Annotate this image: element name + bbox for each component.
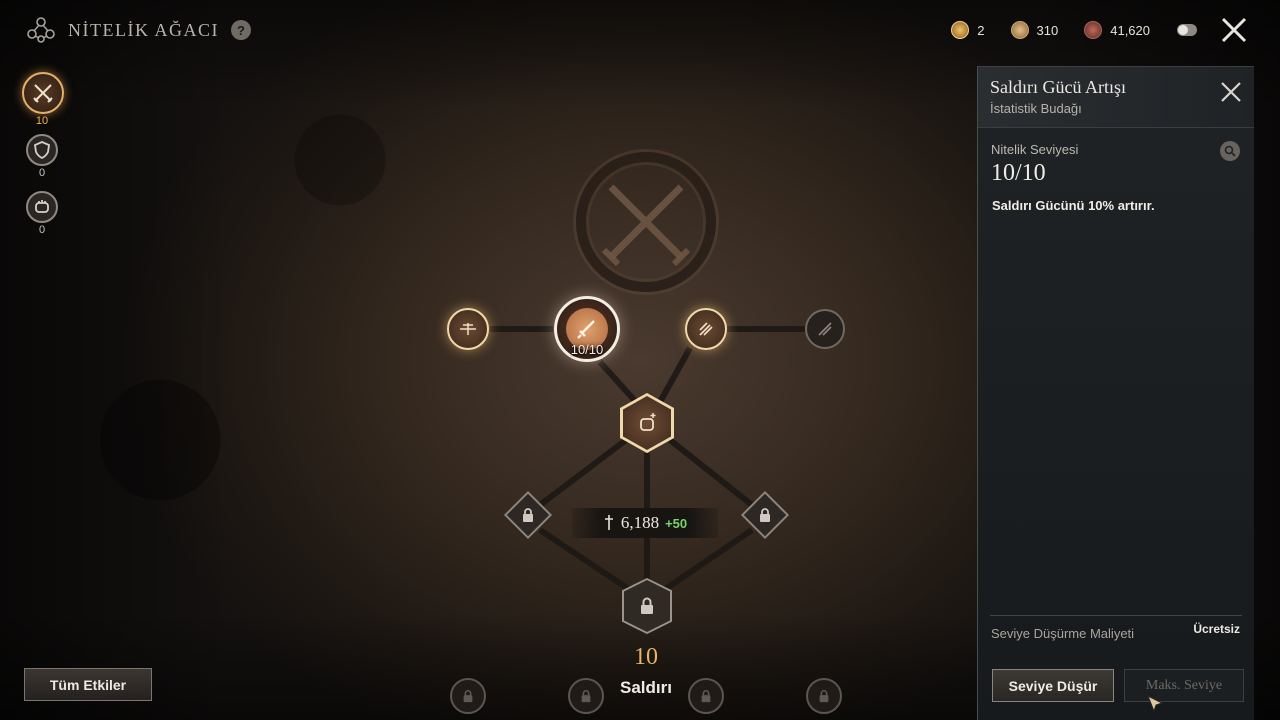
lock-icon	[641, 597, 653, 614]
combat-power-display: 6,188 +50	[572, 508, 718, 538]
level-value: 10/10	[991, 160, 1046, 186]
lock-icon	[463, 690, 473, 703]
combat-power-bonus: +50	[665, 515, 688, 531]
skill-node-locked-slash[interactable]	[805, 309, 845, 349]
slash-icon	[818, 322, 832, 336]
level-label: Nitelik Seviyesi	[991, 142, 1079, 157]
lock-icon	[523, 508, 533, 522]
lock-icon	[760, 508, 770, 522]
dagger-icon	[604, 515, 613, 530]
level-down-button[interactable]: Seviye Düşür	[992, 669, 1114, 702]
points-spent: 10	[634, 644, 658, 670]
skill-description: Saldırı Gücünü 10% artırır.	[992, 198, 1155, 213]
panel-title: Saldırı Gücü Artışı	[990, 77, 1126, 97]
lock-icon	[819, 690, 829, 703]
skill-node-balance[interactable]	[447, 308, 489, 350]
panel-subtitle: İstatistik Budağı	[990, 101, 1082, 116]
lock-icon	[701, 690, 711, 703]
mouse-cursor-icon	[1147, 694, 1164, 713]
locked-slot[interactable]	[688, 678, 724, 714]
skill-detail-panel: Saldırı Gücü Artışı İstatistik Budağı Ni…	[977, 66, 1254, 720]
locked-slot[interactable]	[450, 678, 486, 714]
critical-fist-icon	[640, 413, 656, 431]
divider	[990, 615, 1242, 616]
panel-close-icon[interactable]	[1218, 79, 1244, 105]
all-effects-button[interactable]: Tüm Etkiler	[24, 668, 152, 701]
locked-slot[interactable]	[806, 678, 842, 714]
locked-slot[interactable]	[568, 678, 604, 714]
panel-header: Saldırı Gücü Artışı İstatistik Budağı	[978, 67, 1254, 128]
lock-icon	[581, 690, 591, 703]
combat-power-value: 6,188	[620, 513, 660, 532]
selected-node-level: 10/10	[570, 342, 604, 357]
cost-label: Seviye Düşürme Maliyeti	[991, 626, 1135, 641]
max-level-button[interactable]: Maks. Seviye	[1124, 669, 1244, 702]
magnifier-icon[interactable]	[1220, 141, 1240, 161]
skill-node-flame-strike[interactable]	[685, 308, 727, 350]
flame-strike-icon	[699, 322, 713, 336]
cost-value: Ücretsiz	[1193, 622, 1240, 636]
branch-name: Saldırı	[620, 678, 672, 697]
balance-icon	[460, 323, 476, 335]
sword-icon	[577, 320, 595, 339]
